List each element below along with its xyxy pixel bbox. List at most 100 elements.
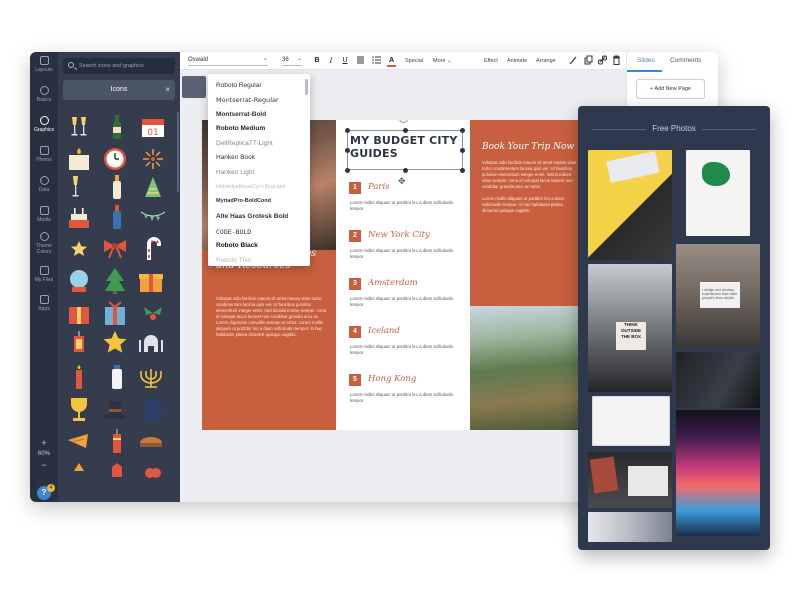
align-icon[interactable]	[356, 55, 365, 65]
font-option[interactable]: Roboto Regular	[216, 82, 262, 89]
destination-desc[interactable]: Lorem mollis aliquam ut porttitor leo a …	[350, 200, 456, 212]
resize-handle[interactable]	[460, 128, 465, 133]
underline-button[interactable]: U	[341, 56, 349, 66]
tab-comments[interactable]: Comments	[670, 57, 701, 64]
destination-name[interactable]: Paris	[368, 182, 390, 192]
font-option[interactable]: Roboto Thin	[216, 257, 251, 264]
rail-media[interactable]: Media	[30, 206, 58, 234]
gift-box-icon[interactable]	[138, 268, 164, 294]
big-star-icon[interactable]	[102, 330, 128, 356]
red-candle-icon[interactable]	[66, 364, 92, 390]
font-option[interactable]: Roboto Medium	[216, 125, 265, 132]
rail-photos[interactable]: Photos	[30, 146, 58, 174]
destination-name[interactable]: Amsterdam	[368, 278, 418, 288]
book-trip-body[interactable]: Volutpat odio facilisis mauris sit amet …	[482, 160, 578, 214]
photo-think-outside-box[interactable]: THINK OUTSIDE THE BOX	[588, 264, 672, 392]
animate-button[interactable]: Animate	[507, 56, 527, 66]
present-icon[interactable]	[66, 300, 92, 326]
rail-theme-colors[interactable]: Theme Colors	[30, 232, 58, 260]
cornucopia-icon[interactable]	[66, 428, 92, 454]
rail-my-files[interactable]: My Files	[30, 266, 58, 294]
italic-button[interactable]: I	[327, 56, 335, 66]
font-option[interactable]: Montserrat-Regular	[216, 96, 279, 104]
list-icon[interactable]	[372, 55, 381, 65]
resize-handle[interactable]	[460, 148, 465, 153]
calendar-icon[interactable]: 01	[140, 114, 166, 140]
fireworks-icon[interactable]	[140, 146, 166, 172]
resize-handle[interactable]	[403, 128, 408, 133]
destination-desc[interactable]: Lorem mollis aliquam ut porttitor leo a …	[350, 296, 456, 308]
birthday-cake-icon[interactable]	[66, 204, 92, 230]
photo-blank-card[interactable]	[592, 396, 670, 446]
destination-name[interactable]: New York City	[368, 230, 430, 240]
resize-handle[interactable]	[460, 168, 465, 173]
milk-bottle-icon[interactable]	[104, 364, 130, 390]
destination-desc[interactable]: Lorem mollis aliquam ut porttitor leo a …	[350, 344, 456, 356]
link-icon[interactable]	[598, 55, 607, 65]
font-option[interactable]: Hanken Light	[216, 169, 254, 176]
brush-icon[interactable]	[568, 55, 577, 65]
clock-icon[interactable]	[102, 146, 128, 172]
font-option[interactable]: DellReplicaTT-Light	[216, 140, 273, 147]
photo-laptop-desk[interactable]: I design and develop experiences that ma…	[676, 244, 760, 348]
special-button[interactable]: Special	[405, 56, 423, 66]
resize-handle[interactable]	[403, 168, 408, 173]
move-icon[interactable]: ✥	[398, 176, 406, 187]
photo-green-paint[interactable]	[686, 150, 750, 236]
firecracker-icon[interactable]	[104, 428, 130, 454]
side-tool-tab[interactable]	[182, 76, 206, 98]
jug-icon[interactable]	[140, 396, 166, 422]
champagne-glasses-icon[interactable]	[66, 114, 92, 140]
font-option[interactable]: HelveticaNeueCyr-UltraLight	[216, 184, 286, 190]
garland-icon[interactable]	[140, 204, 166, 230]
candle-icon[interactable]	[66, 146, 92, 172]
menorah-icon[interactable]	[138, 364, 164, 390]
font-option[interactable]: MyriadPro-BoldCond	[216, 198, 271, 204]
destination-name[interactable]: Iceland	[368, 326, 400, 336]
font-family-select[interactable]: Oswald ⌄	[188, 56, 268, 66]
arrange-button[interactable]: Arrange	[536, 56, 556, 66]
tab-slides[interactable]: Slides	[637, 57, 655, 64]
champagne-bottle-icon[interactable]	[104, 174, 130, 200]
holly-icon[interactable]	[140, 300, 166, 326]
resize-handle[interactable]	[345, 168, 350, 173]
zoom-out-button[interactable]: −	[30, 460, 58, 471]
rotate-icon[interactable]	[399, 120, 408, 123]
rail-basics[interactable]: Basics	[30, 86, 58, 114]
photo-keyboard-tablet[interactable]	[588, 150, 672, 260]
photo-dark-hand[interactable]	[676, 352, 760, 408]
tips-body[interactable]: Volutpat odio facilisis mauris sit amet …	[216, 296, 328, 338]
close-icon[interactable]: ×	[165, 80, 170, 100]
destination-desc[interactable]: Lorem mollis aliquam ut porttitor leo a …	[350, 248, 456, 260]
text-color-button[interactable]: A	[387, 56, 396, 67]
font-option[interactable]: Alte Haas Grotesk Bold	[216, 213, 288, 220]
mosque-icon[interactable]	[138, 330, 164, 356]
more-button[interactable]: More ⌄	[433, 56, 452, 66]
zoom-in-button[interactable]: +	[30, 438, 58, 449]
font-option[interactable]: Montserrat-Bold	[216, 111, 266, 118]
rail-data[interactable]: Data	[30, 176, 58, 204]
candy-cane-icon[interactable]	[140, 236, 166, 262]
font-option[interactable]: Hanken Book	[216, 154, 255, 161]
book-trip-heading[interactable]: Book Your Trip Now	[482, 142, 582, 152]
trash-icon[interactable]	[612, 55, 621, 65]
toast-glasses-icon[interactable]	[66, 174, 92, 200]
christmas-tree-icon[interactable]	[102, 268, 128, 294]
font-option[interactable]: CODE-BOLD	[216, 228, 251, 236]
destination-name[interactable]: Hong Kong	[368, 374, 416, 384]
font-option[interactable]: Roboto Black	[216, 242, 258, 249]
destination-desc[interactable]: Lorem mollis aliquam ut porttitor leo a …	[350, 392, 456, 404]
rail-layouts[interactable]: Layouts	[30, 56, 58, 84]
rail-apps[interactable]: Apps	[30, 295, 58, 323]
wine-bottle-icon[interactable]	[104, 114, 130, 140]
photo-notebook-pen[interactable]	[588, 452, 672, 508]
snow-globe-icon[interactable]	[66, 268, 92, 294]
bold-button[interactable]: B	[313, 56, 321, 66]
effect-button[interactable]: Effect	[484, 56, 498, 66]
rice-terrace-photo[interactable]	[470, 306, 582, 430]
graphics-scrollbar[interactable]	[177, 112, 179, 192]
resize-handle[interactable]	[345, 148, 350, 153]
rail-graphics[interactable]: Graphics	[30, 116, 58, 144]
heart-ornament-icon[interactable]	[140, 458, 166, 484]
add-page-button[interactable]: + Add New Page	[636, 79, 705, 99]
